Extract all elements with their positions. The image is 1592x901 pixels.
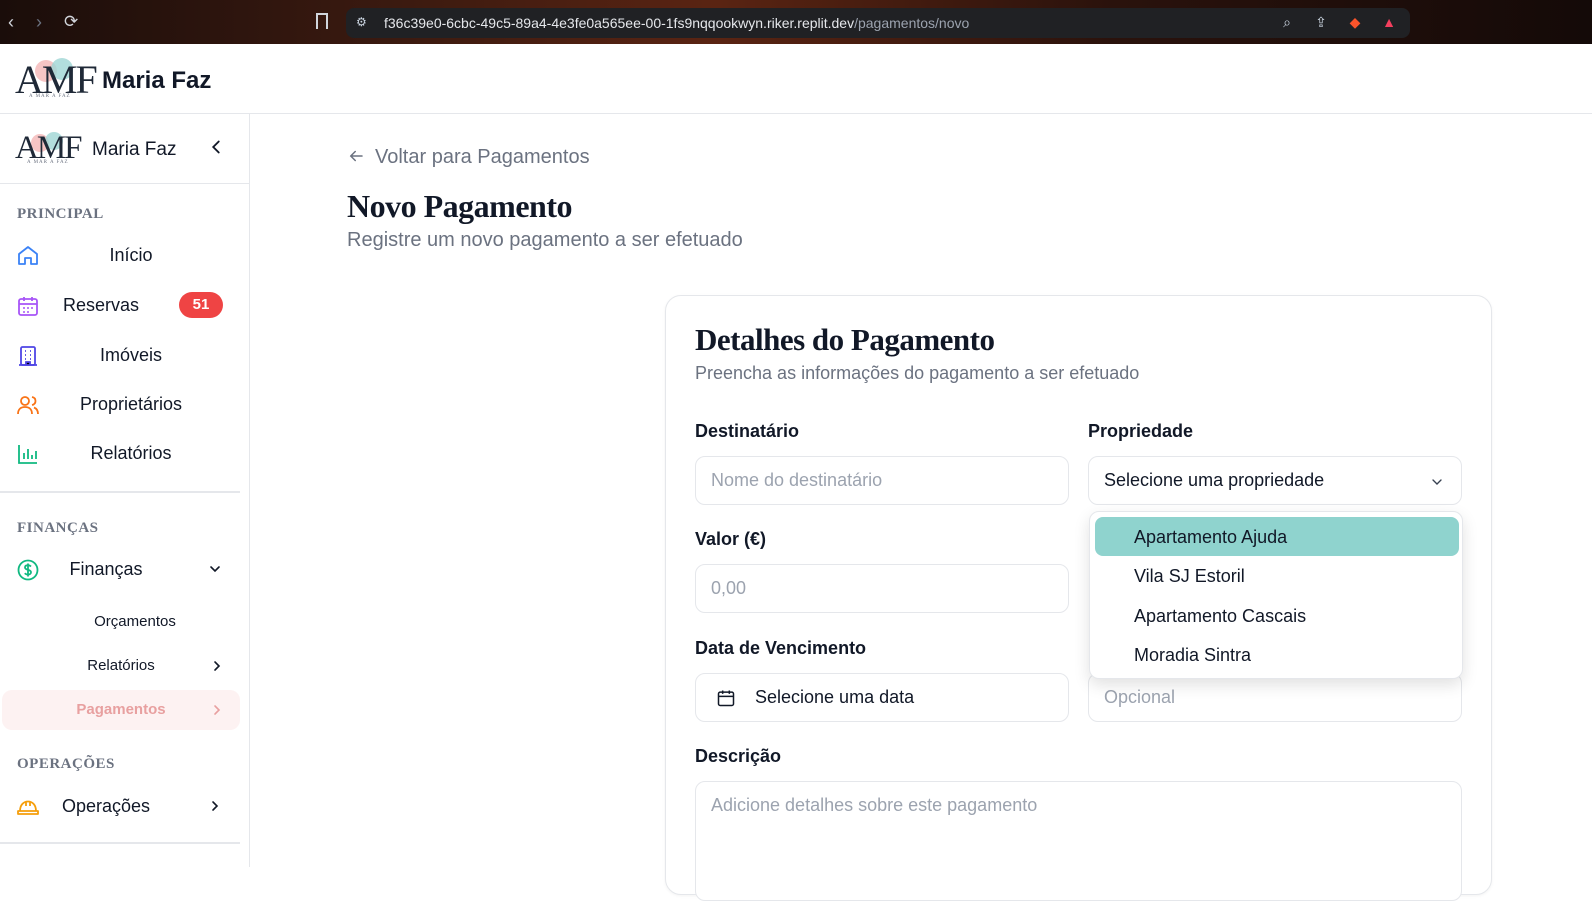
site-settings-icon[interactable]: ⚙ — [356, 15, 370, 29]
property-option[interactable]: Apartamento Cascais — [1095, 596, 1459, 635]
sidebar-divider — [0, 491, 240, 493]
home-icon — [18, 246, 38, 265]
propriedade-dropdown: Apartamento Ajuda Vila SJ Estoril Aparta… — [1089, 511, 1463, 679]
app-header: AMF A MAR A FAZ Maria Faz — [0, 44, 1592, 114]
brave-rewards-icon[interactable]: ▲ — [1380, 14, 1398, 32]
sidebar-item-label: Relatórios — [90, 443, 172, 463]
vencimento-label: Data de Vencimento — [695, 638, 867, 658]
property-option[interactable]: Vila SJ Estoril — [1095, 556, 1459, 595]
section-principal: PRINCIPAL — [17, 206, 104, 222]
url-host: f36c39e0-6cbc-49c5-89a4-4e3fe0a565ee-00-… — [384, 15, 855, 31]
descricao-placeholder: Adicione detalhes sobre este pagamento — [711, 795, 1038, 815]
sidebar-header: AMF A MAR A FAZ Maria Faz — [0, 114, 250, 184]
chevron-down-icon — [1432, 479, 1442, 485]
reload-icon[interactable]: ⟳ — [64, 12, 78, 32]
dollar-circle-icon — [17, 559, 39, 581]
property-option[interactable]: Moradia Sintra — [1095, 635, 1459, 674]
destinatario-input[interactable]: Nome do destinatário — [695, 456, 1069, 505]
sidebar-item-label: Reservas — [62, 295, 140, 315]
property-option[interactable]: Apartamento Ajuda — [1095, 517, 1459, 556]
sidebar-logo[interactable]: AMF A MAR A FAZ — [15, 130, 83, 168]
valor-placeholder: 0,00 — [711, 578, 747, 598]
sidebar-subitem-relatorios[interactable]: Relatórios — [2, 646, 240, 686]
sidebar-item-label: Início — [109, 245, 153, 265]
brave-shield-icon[interactable]: ◆ — [1346, 14, 1364, 32]
optional-placeholder: Opcional — [1104, 687, 1176, 707]
valor-label: Valor (€) — [695, 529, 767, 549]
sidebar-item-imoveis[interactable]: Imóveis — [2, 333, 240, 377]
card-subtitle: Preencha as informações do pagamento a s… — [695, 363, 1140, 383]
section-operacoes: OPERAÇÕES — [17, 756, 115, 772]
destinatario-label: Destinatário — [695, 421, 800, 441]
sidebar-subitem-label: Orçamentos — [94, 613, 176, 630]
section-financas: FINANÇAS — [17, 520, 99, 536]
sidebar-subitem-label: Pagamentos — [76, 701, 166, 718]
sidebar-item-label: Imóveis — [99, 345, 162, 365]
back-icon[interactable]: ‹ — [8, 12, 14, 33]
sidebar-divider — [0, 842, 240, 844]
vencimento-date-picker[interactable]: Selecione uma data — [695, 673, 1069, 722]
collapse-sidebar-icon[interactable] — [205, 136, 227, 158]
users-icon — [17, 396, 39, 415]
sidebar-item-label: Proprietários — [79, 394, 183, 414]
share-icon[interactable]: ⇪ — [1312, 14, 1330, 32]
sidebar-item-proprietarios[interactable]: Proprietários — [2, 382, 240, 426]
chevron-right-icon — [214, 705, 221, 715]
address-bar[interactable]: ⚙ f36c39e0-6cbc-49c5-89a4-4e3fe0a565ee-0… — [346, 8, 1410, 38]
sidebar-item-financas[interactable]: Finanças — [2, 547, 240, 591]
sidebar-subitem-orcamentos[interactable]: Orçamentos — [2, 602, 240, 642]
logo[interactable]: AMF A MAR A FAZ — [15, 56, 98, 102]
logo-subtext: A MAR A FAZ — [29, 94, 71, 99]
optional-input[interactable]: Opcional — [1088, 673, 1462, 722]
propriedade-label: Propriedade — [1088, 421, 1194, 441]
forward-icon[interactable]: › — [36, 12, 42, 33]
browser-toolbar: ‹ › ⟳ ⚙ f36c39e0-6cbc-49c5-89a4-4e3fe0a5… — [0, 0, 1592, 44]
card-title: Detalhes do Pagamento — [695, 322, 995, 357]
calendar-icon — [717, 690, 735, 707]
brand-title: Maria Faz — [102, 67, 212, 94]
descricao-label: Descrição — [695, 746, 782, 766]
descricao-textarea[interactable]: Adicione detalhes sobre este pagamento — [695, 781, 1462, 901]
property-option-label: Vila SJ Estoril — [1134, 566, 1245, 586]
sidebar-item-relatorios[interactable]: Relatórios — [2, 431, 240, 475]
chevron-right-icon — [212, 801, 219, 811]
page-subtitle: Registre um novo pagamento a ser efetuad… — [347, 229, 743, 251]
building-icon — [19, 346, 37, 366]
sidebar-item-reservas[interactable]: Reservas 51 — [2, 283, 240, 327]
url-text[interactable]: f36c39e0-6cbc-49c5-89a4-4e3fe0a565ee-00-… — [384, 15, 969, 31]
chevron-right-icon — [214, 661, 221, 671]
hard-hat-icon — [17, 800, 39, 815]
bar-chart-icon — [18, 445, 37, 464]
calendar-icon — [18, 297, 38, 316]
back-to-payments-link[interactable]: Voltar para Pagamentos — [347, 146, 590, 169]
sidebar-subitem-label: Relatórios — [87, 657, 155, 674]
back-link-label: Voltar para Pagamentos — [375, 146, 590, 168]
sidebar-item-label: Finanças — [69, 559, 143, 579]
propriedade-select[interactable]: Selecione uma propriedade — [1088, 456, 1462, 505]
property-option-label: Apartamento Cascais — [1134, 606, 1307, 626]
property-option-label: Apartamento Ajuda — [1134, 527, 1288, 547]
reservas-count-badge: 51 — [179, 292, 223, 318]
sidebar-brand: Maria Faz — [92, 139, 177, 160]
url-path: /pagamentos/novo — [854, 15, 970, 31]
sidebar-item-inicio[interactable]: Início — [2, 233, 240, 277]
destinatario-placeholder: Nome do destinatário — [711, 470, 883, 490]
vencimento-value: Selecione uma data — [755, 687, 915, 707]
propriedade-selected-value: Selecione uma propriedade — [1104, 470, 1325, 490]
arrow-left-icon — [349, 150, 363, 162]
sidebar: AMF A MAR A FAZ Maria Faz PRINCIPAL Iníc… — [0, 114, 250, 867]
sidebar-item-label: Operações — [61, 796, 151, 816]
bookmark-icon[interactable] — [316, 13, 328, 29]
logo-subtext: A MAR A FAZ — [27, 160, 69, 165]
chevron-down-icon — [210, 566, 220, 573]
property-option-label: Moradia Sintra — [1134, 645, 1252, 665]
sidebar-item-operacoes[interactable]: Operações — [2, 784, 240, 828]
zoom-icon[interactable]: ⌕ — [1278, 14, 1296, 32]
valor-input[interactable]: 0,00 — [695, 564, 1069, 613]
sidebar-subitem-pagamentos[interactable]: Pagamentos — [2, 690, 240, 730]
page-title: Novo Pagamento — [347, 188, 572, 224]
